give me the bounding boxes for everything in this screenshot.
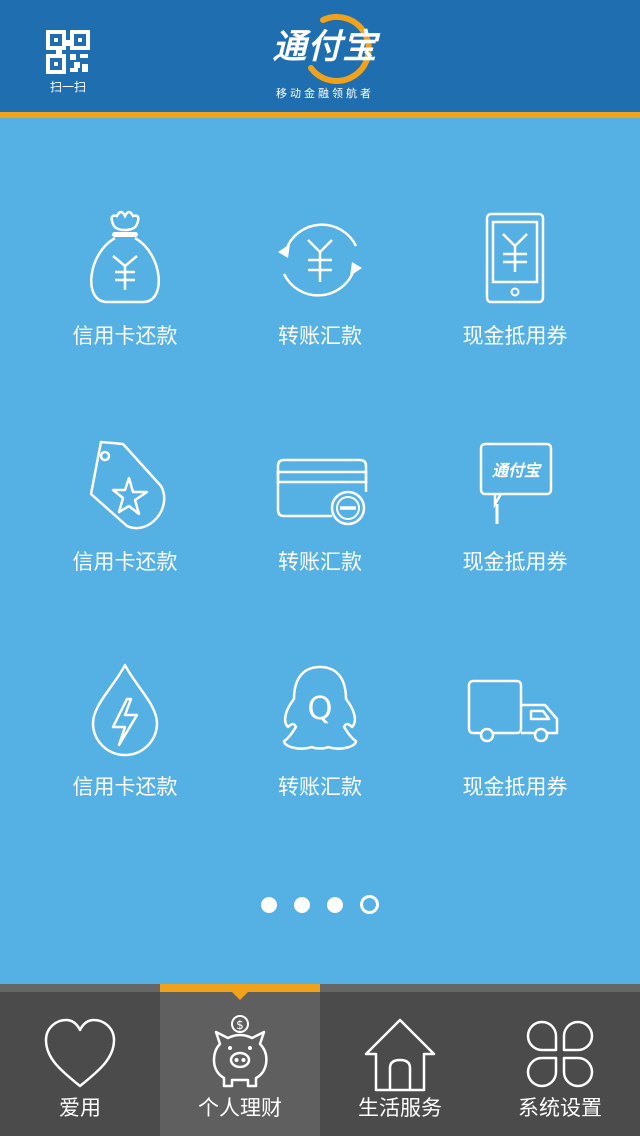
page-indicator [0, 894, 640, 916]
nav-label: 系统设置 [518, 1096, 602, 1120]
nav-item-favorites[interactable]: 爱用 [0, 992, 160, 1136]
nav-label: 个人理财 [198, 1096, 282, 1120]
nav-label: 生活服务 [358, 1096, 442, 1120]
star-tag-icon [89, 440, 166, 530]
nav-item-finance[interactable]: $ 个人理财 [160, 984, 320, 1136]
svg-text:通付宝: 通付宝 [492, 461, 542, 480]
service-grid: 信用卡还款 转账汇款 现金抵用券 信用卡还款 转账汇款 通付宝 现金抵用券 信用… [0, 118, 640, 984]
tile-label: 转账汇款 [278, 775, 362, 799]
page-dot[interactable] [327, 896, 344, 913]
tile-credit-repay-3[interactable]: 信用卡还款 [20, 661, 230, 841]
tile-coupon-2[interactable]: 通付宝 现金抵用券 [410, 436, 620, 616]
house-icon [364, 1018, 436, 1092]
nav-item-settings[interactable]: 系统设置 [480, 992, 640, 1136]
tile-label: 现金抵用券 [462, 324, 568, 348]
svg-text:$: $ [236, 1018, 244, 1032]
brand-logo: 通付宝 移动金融领航者 [265, 12, 385, 102]
water-lightning-icon [91, 663, 159, 757]
nav-label: 爱用 [59, 1096, 101, 1120]
money-bag-icon [90, 210, 160, 304]
yuan-refresh-icon [278, 223, 362, 297]
svg-text:Q: Q [307, 689, 332, 727]
clover-grid-icon [526, 1020, 594, 1088]
nav-item-life-services[interactable]: 生活服务 [320, 992, 480, 1136]
tile-coupon-1[interactable]: 现金抵用券 [410, 210, 620, 390]
heart-icon [44, 1018, 116, 1088]
active-indicator [160, 984, 320, 992]
page-dot-active[interactable] [360, 895, 380, 914]
scan-label: 扫一扫 [49, 80, 86, 94]
qq-penguin-icon: Q [282, 665, 358, 750]
truck-icon [467, 679, 559, 743]
tongfubao-sign-icon: 通付宝 [479, 442, 553, 524]
page-dot[interactable] [293, 896, 310, 913]
tile-transfer-3[interactable]: Q 转账汇款 [215, 661, 425, 841]
tile-coupon-3[interactable]: 现金抵用券 [410, 661, 620, 841]
piggy-bank-icon: $ [212, 1015, 268, 1088]
qr-code-icon [46, 30, 90, 74]
tile-label: 信用卡还款 [72, 550, 178, 574]
tile-label: 转账汇款 [278, 550, 362, 574]
bottom-nav: 爱用 $ 个人理财 生活服务 系统设置 [0, 984, 640, 1136]
tile-label: 现金抵用券 [462, 775, 568, 799]
page-dot[interactable] [260, 896, 277, 913]
tile-label: 信用卡还款 [72, 775, 178, 799]
card-minus-icon [276, 458, 368, 526]
tile-label: 转账汇款 [278, 324, 362, 348]
brand-slogan: 移动金融领航者 [276, 87, 374, 100]
tile-transfer-1[interactable]: 转账汇款 [215, 210, 425, 390]
brand-name: 通付宝 [272, 27, 378, 67]
tile-label: 现金抵用券 [462, 550, 568, 574]
tile-label: 信用卡还款 [72, 324, 178, 348]
phone-yuan-icon [485, 212, 545, 304]
scan-button[interactable]: 扫一扫 [40, 30, 96, 96]
tile-transfer-2[interactable]: 转账汇款 [215, 436, 425, 616]
tile-credit-repay-1[interactable]: 信用卡还款 [20, 210, 230, 390]
active-notch [232, 992, 248, 1000]
app-header: 扫一扫 通付宝 移动金融领航者 [0, 0, 640, 118]
tile-credit-repay-2[interactable]: 信用卡还款 [20, 436, 230, 616]
